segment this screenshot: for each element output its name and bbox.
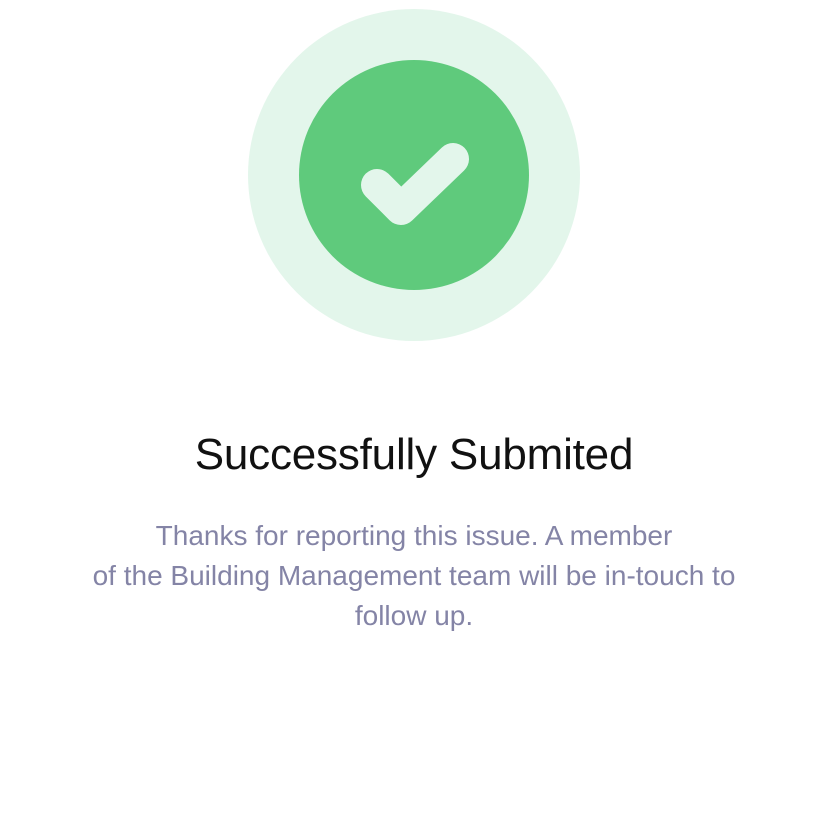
success-message: Thanks for reporting this issue. A membe… (40, 516, 788, 636)
success-message-line: of the Building Management team will be … (92, 560, 736, 591)
check-icon (361, 143, 469, 225)
success-badge (248, 9, 580, 341)
success-circle (299, 60, 529, 290)
success-message-line: follow up. (354, 600, 474, 631)
success-title: Successfully Submited (194, 430, 634, 479)
success-message-line: Thanks for reporting this issue. A membe… (155, 520, 673, 551)
